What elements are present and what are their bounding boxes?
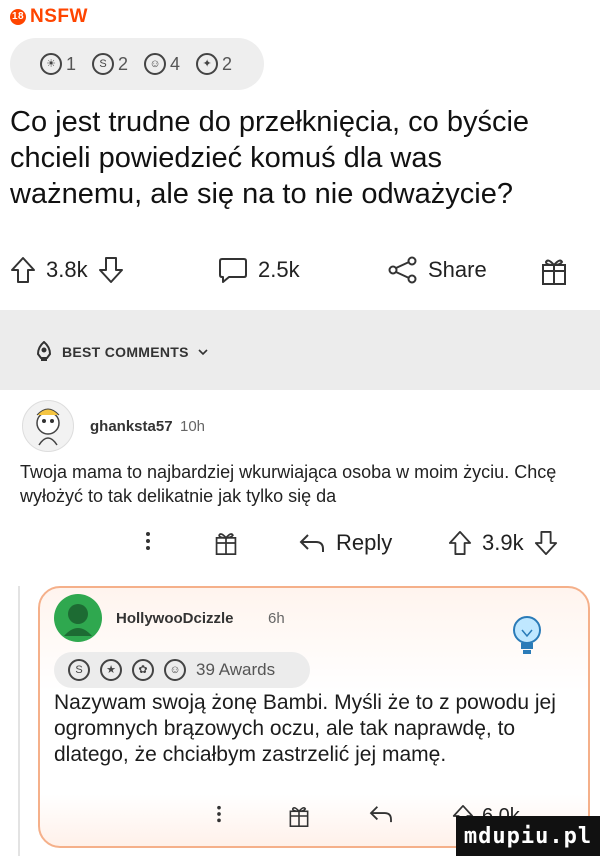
nsfw-label: NSFW <box>30 6 88 27</box>
helpful-award-icon: ✦ <box>196 53 219 75</box>
awards-count-label: 39 Awards <box>196 660 276 679</box>
reply-button[interactable]: Reply <box>298 530 392 556</box>
award-item: ☺ 4 <box>144 53 180 75</box>
award-count: 1 <box>66 53 77 74</box>
nsfw-badge: 18 NSFW <box>10 6 88 28</box>
downvote-icon[interactable] <box>534 530 558 556</box>
comment-score: 3.9k <box>482 530 524 555</box>
award-count: 4 <box>170 53 181 74</box>
gift-icon <box>288 804 310 828</box>
more-vertical-icon <box>145 530 151 552</box>
comment-awards[interactable]: S ★ ✿ ☺ 39 Awards <box>54 652 310 688</box>
sort-comments-button[interactable]: BEST COMMENTS <box>34 341 209 363</box>
site-watermark: mdupiu.pl <box>456 816 600 856</box>
award-button[interactable] <box>214 530 238 556</box>
silver-award-icon: S <box>92 53 115 75</box>
chevron-down-icon <box>197 347 209 357</box>
comment-text: Nazywam swoją żonę Bambi. Myśli że to z … <box>54 691 556 766</box>
reply-icon <box>368 804 394 824</box>
comment-timestamp: 6h <box>268 610 285 627</box>
rocket-icon <box>34 341 54 363</box>
comment-text: Twoja mama to najbardziej wkurwiająca os… <box>20 462 557 506</box>
wholesome-award-icon: ☺ <box>144 53 167 75</box>
silver-award-icon: S <box>68 659 90 681</box>
post-action-bar: 3.8k 2.5k Share <box>0 256 600 300</box>
award-button[interactable] <box>288 804 310 828</box>
party-award-icon: ✿ <box>132 659 154 681</box>
more-options-button[interactable] <box>145 530 151 552</box>
post-title: Co jest trudne do przełknięcia, co byści… <box>10 106 530 210</box>
avatar[interactable] <box>54 594 102 642</box>
upvote-count: 3.8k <box>46 257 88 282</box>
share-label: Share <box>428 257 487 282</box>
award-count: 2 <box>222 53 233 74</box>
reply-icon <box>298 532 326 554</box>
nsfw-icon: 18 <box>10 9 26 25</box>
upvote-icon[interactable] <box>448 530 472 556</box>
award-item: S 2 <box>92 53 128 75</box>
wholesome-award-icon: ☺ <box>164 659 186 681</box>
award-count: 2 <box>118 53 129 74</box>
comment-username[interactable]: HollywooDcizzle <box>116 610 234 627</box>
comment-timestamp: 10h <box>180 418 206 435</box>
reply-label: Reply <box>336 530 393 555</box>
gold-award-icon: ★ <box>100 659 122 681</box>
comment-username[interactable]: ghanksta57 <box>90 418 173 435</box>
sort-label: BEST COMMENTS <box>62 344 189 360</box>
comment-icon <box>218 256 248 284</box>
award-button[interactable] <box>540 256 568 286</box>
reply-button[interactable] <box>368 804 394 824</box>
award-item: ☀ 1 <box>40 53 76 75</box>
share-icon <box>388 256 418 284</box>
comment-action-bar: Reply 3.9k <box>0 530 600 570</box>
comments-count: 2.5k <box>258 257 300 282</box>
share-button[interactable]: Share <box>388 256 487 284</box>
sun-award-icon: ☀ <box>40 53 62 75</box>
avatar[interactable] <box>22 400 74 452</box>
lightbulb-award-icon <box>510 614 544 660</box>
upvote-icon[interactable] <box>10 256 36 284</box>
downvote-icon[interactable] <box>98 256 124 284</box>
more-options-button[interactable] <box>216 804 222 824</box>
vote-group: 3.8k <box>10 256 124 284</box>
comment-vote-group: 3.9k <box>448 530 558 556</box>
gift-icon <box>214 530 238 556</box>
more-vertical-icon <box>216 804 222 824</box>
award-item: ✦ 2 <box>196 53 232 75</box>
post-awards[interactable]: ☀ 1 S 2 ☺ 4 ✦ 2 <box>10 38 264 90</box>
gift-icon <box>540 256 568 286</box>
comments-button[interactable]: 2.5k <box>218 256 300 284</box>
